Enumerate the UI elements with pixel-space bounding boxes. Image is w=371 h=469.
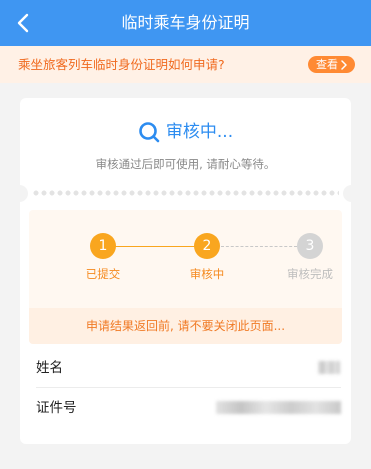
id-value-redacted bbox=[216, 401, 341, 414]
status-subtitle: 审核通过后即可使用, 请耐心等待。 bbox=[95, 157, 276, 171]
name-label: 姓名 bbox=[36, 360, 63, 376]
name-row: 姓名 bbox=[36, 348, 341, 388]
step-number: 2 bbox=[194, 233, 220, 259]
step-number: 1 bbox=[90, 233, 116, 259]
notice-banner: 乘坐旅客列车临时身份证明如何申请? 查看 bbox=[0, 46, 371, 83]
perforation-divider bbox=[11, 185, 360, 202]
id-row: 证件号 bbox=[36, 388, 341, 428]
chevron-right-icon bbox=[341, 59, 347, 70]
view-button-label: 查看 bbox=[316, 58, 338, 71]
progress-steps: 1 已提交 2 审核中 3 审核完成 申请结果返回前, 请不要关闭此页面... bbox=[29, 210, 342, 344]
notch-left bbox=[11, 185, 28, 202]
step-label: 审核完成 bbox=[287, 267, 333, 281]
header-bar: 临时乘车身份证明 bbox=[0, 0, 371, 46]
status-title: 审核中... bbox=[165, 122, 234, 142]
step-submitted: 1 已提交 bbox=[63, 233, 143, 282]
step-label: 已提交 bbox=[85, 267, 121, 281]
step-completed: 3 审核完成 bbox=[270, 233, 350, 282]
page-title: 临时乘车身份证明 bbox=[121, 13, 250, 32]
name-value-redacted bbox=[318, 361, 340, 374]
status-card: 审核中... 审核通过后即可使用, 请耐心等待。 1 已提交 2 审核中 3 审… bbox=[11, 98, 360, 444]
status-section: 审核中... 审核通过后即可使用, 请耐心等待。 bbox=[20, 98, 351, 186]
dotted-line bbox=[32, 190, 339, 196]
step-number: 3 bbox=[297, 233, 323, 259]
step-label: 审核中 bbox=[189, 267, 225, 281]
search-loading-icon bbox=[139, 122, 160, 143]
id-label: 证件号 bbox=[36, 400, 77, 416]
warning-message: 申请结果返回前, 请不要关闭此页面... bbox=[29, 308, 342, 344]
notice-text[interactable]: 乘坐旅客列车临时身份证明如何申请? bbox=[18, 56, 225, 74]
step-reviewing: 2 审核中 bbox=[167, 233, 247, 282]
notch-right bbox=[343, 185, 360, 202]
view-button[interactable]: 查看 bbox=[308, 56, 355, 73]
